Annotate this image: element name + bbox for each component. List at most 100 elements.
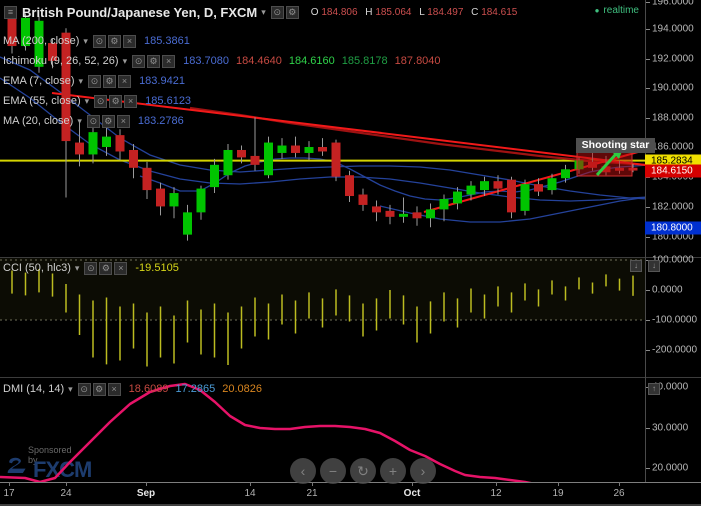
candle-up — [480, 181, 489, 191]
ohlc-readout: O 184.806 H 185.064 L 184.497 C 184.615 — [306, 7, 518, 18]
price-axis-label-tick — [646, 237, 650, 238]
dmi-eye-icon[interactable]: ⊙ — [77, 382, 91, 396]
symbol-title[interactable]: British Pound/Japanese Yen, D, FXCM — [22, 5, 257, 20]
dmi-axis-arrow-icon[interactable]: ↑ — [648, 383, 660, 395]
indicator-4-close-icon[interactable]: × — [116, 114, 130, 128]
indicator-4-name[interactable]: MA (20, close) — [3, 115, 73, 127]
dmi-caret-icon[interactable]: ▾ — [68, 384, 73, 395]
symbol-dropdown-caret-icon[interactable]: ▾ — [261, 7, 266, 18]
candle-up — [304, 147, 314, 153]
indicator-3-name[interactable]: EMA (55, close) — [3, 95, 81, 107]
time-axis-label: 14 — [244, 488, 256, 499]
cci-value-0: -19.5105 — [135, 262, 179, 274]
indicator-row-1: Ichimoku (9, 26, 52, 26) ▾ ⊙ ⚙ × 183.7080 184.… — [3, 51, 441, 71]
dmi-axis-label: 30.0000 — [652, 422, 689, 434]
indicator-1-value-3: 185.8178 — [341, 55, 388, 67]
dmi-axis-label-tick — [646, 468, 650, 469]
time-axis-label: 26 — [613, 488, 625, 499]
indicator-0-value-0: 185.3861 — [143, 35, 190, 47]
indicator-2-close-icon[interactable]: × — [118, 74, 132, 88]
shooting-star-highlight-box[interactable] — [576, 149, 633, 177]
ohlc-low-value: 184.497 — [427, 6, 464, 18]
indicator-1-eye-icon[interactable]: ⊙ — [132, 54, 146, 68]
indicator-2-name[interactable]: EMA (7, close) — [3, 75, 75, 87]
dmi-axis-label: 20.0000 — [652, 462, 689, 474]
cci-pane-header: CCI (50, hlc3) ▾ ⊙ ⚙ × -19.5105 — [3, 259, 179, 277]
indicator-0-close-icon[interactable]: × — [122, 34, 136, 48]
price-axis-label-tick — [646, 29, 650, 30]
scroll-right-button[interactable]: › — [410, 458, 436, 484]
indicator-row-2: EMA (7, close) ▾ ⊙ ⚙ × 183.9421 — [3, 71, 441, 91]
candle-up — [399, 213, 408, 217]
indicator-2-gear-icon[interactable]: ⚙ — [103, 74, 117, 88]
candle-up — [453, 191, 462, 204]
indicator-0-gear-icon[interactable]: ⚙ — [107, 34, 121, 48]
candle-down — [385, 210, 395, 217]
cci-close-icon[interactable]: × — [114, 261, 128, 275]
indicator-0-eye-icon[interactable]: ⊙ — [92, 34, 106, 48]
candle-up — [520, 184, 530, 211]
price-axis-label: 182.0000 — [652, 201, 694, 213]
time-axis-tick — [496, 482, 497, 486]
candle-down — [75, 142, 84, 155]
indicator-4-caret-icon[interactable]: ▾ — [77, 116, 82, 127]
candle-up — [183, 212, 192, 235]
cci-name[interactable]: CCI (50, hlc3) — [3, 262, 71, 274]
reset-view-button[interactable]: ↻ — [350, 458, 376, 484]
time-axis-label: Oct — [403, 488, 421, 499]
zoom-in-button[interactable]: + — [380, 458, 406, 484]
collapse-header-icon[interactable]: ≡ — [4, 5, 17, 19]
indicator-2-eye-icon[interactable]: ⊙ — [88, 74, 102, 88]
indicator-4-eye-icon[interactable]: ⊙ — [86, 114, 100, 128]
indicator-1-value-0: 183.7080 — [183, 55, 229, 67]
time-axis-tick — [146, 482, 147, 486]
symbol-eye-icon[interactable]: ⊙ — [270, 5, 284, 19]
shooting-star-annotation[interactable]: Shooting star — [576, 138, 655, 153]
cci-caret-icon[interactable]: ▾ — [75, 263, 80, 274]
time-axis-label: 19 — [552, 488, 564, 499]
dmi-axis-label-tick — [646, 428, 650, 429]
dmi-value-0: 18.6089 — [128, 383, 169, 395]
indicator-1-name[interactable]: Ichimoku (9, 26, 52, 26) — [3, 55, 119, 67]
indicator-3-eye-icon[interactable]: ⊙ — [94, 94, 108, 108]
dmi-value-1: 17.2865 — [175, 383, 216, 395]
candle-up — [561, 169, 570, 179]
price-axis-label: 188.0000 — [652, 112, 694, 124]
ohlc-open-value: 184.806 — [321, 6, 358, 18]
indicator-row-0: MA (200, close) ▾ ⊙ ⚙ × 185.3861 — [3, 31, 441, 51]
cci-pane-collapse-arrow-icon[interactable]: ↓ — [630, 260, 642, 272]
indicator-3-gear-icon[interactable]: ⚙ — [109, 94, 123, 108]
ohlc-close-label: C — [471, 6, 479, 18]
indicator-1-close-icon[interactable]: × — [162, 54, 176, 68]
dmi-close-icon[interactable]: × — [107, 382, 121, 396]
indicator-0-caret-icon[interactable]: ▾ — [83, 36, 88, 47]
cci-gear-icon[interactable]: ⚙ — [99, 261, 113, 275]
indicator-1-caret-icon[interactable]: ▾ — [123, 56, 128, 67]
symbol-settings-gear-icon[interactable]: ⚙ — [285, 5, 299, 19]
cci-axis-arrow-icon[interactable]: ↓ — [648, 260, 660, 272]
indicator-2-caret-icon[interactable]: ▾ — [79, 76, 84, 87]
dmi-pane-header: DMI (14, 14) ▾ ⊙ ⚙ × 18.6089 17.2865 20.0826 — [3, 380, 262, 398]
candle-down — [507, 179, 516, 213]
candle-down — [345, 175, 354, 197]
indicator-1-gear-icon[interactable]: ⚙ — [147, 54, 161, 68]
dmi-gear-icon[interactable]: ⚙ — [92, 382, 106, 396]
ohlc-high-value: 185.064 — [375, 6, 412, 18]
candle-down — [237, 149, 246, 158]
indicator-3-caret-icon[interactable]: ▾ — [85, 96, 90, 107]
indicator-2-value-0: 183.9421 — [139, 75, 185, 87]
zoom-out-button[interactable]: − — [320, 458, 346, 484]
ohlc-close-value: 184.615 — [481, 6, 518, 18]
time-axis[interactable] — [0, 482, 701, 506]
cci-eye-icon[interactable]: ⊙ — [84, 261, 98, 275]
candle-down — [412, 212, 422, 219]
indicator-4-value-0: 183.2786 — [137, 115, 184, 127]
indicator-0-name[interactable]: MA (200, close) — [3, 35, 79, 47]
indicator-4-gear-icon[interactable]: ⚙ — [101, 114, 115, 128]
candle-up — [196, 188, 206, 213]
indicator-3-close-icon[interactable]: × — [124, 94, 138, 108]
time-axis-tick — [250, 482, 251, 486]
dmi-name[interactable]: DMI (14, 14) — [3, 383, 64, 395]
candle-down — [129, 149, 138, 168]
scroll-left-button[interactable]: ‹ — [290, 458, 316, 484]
